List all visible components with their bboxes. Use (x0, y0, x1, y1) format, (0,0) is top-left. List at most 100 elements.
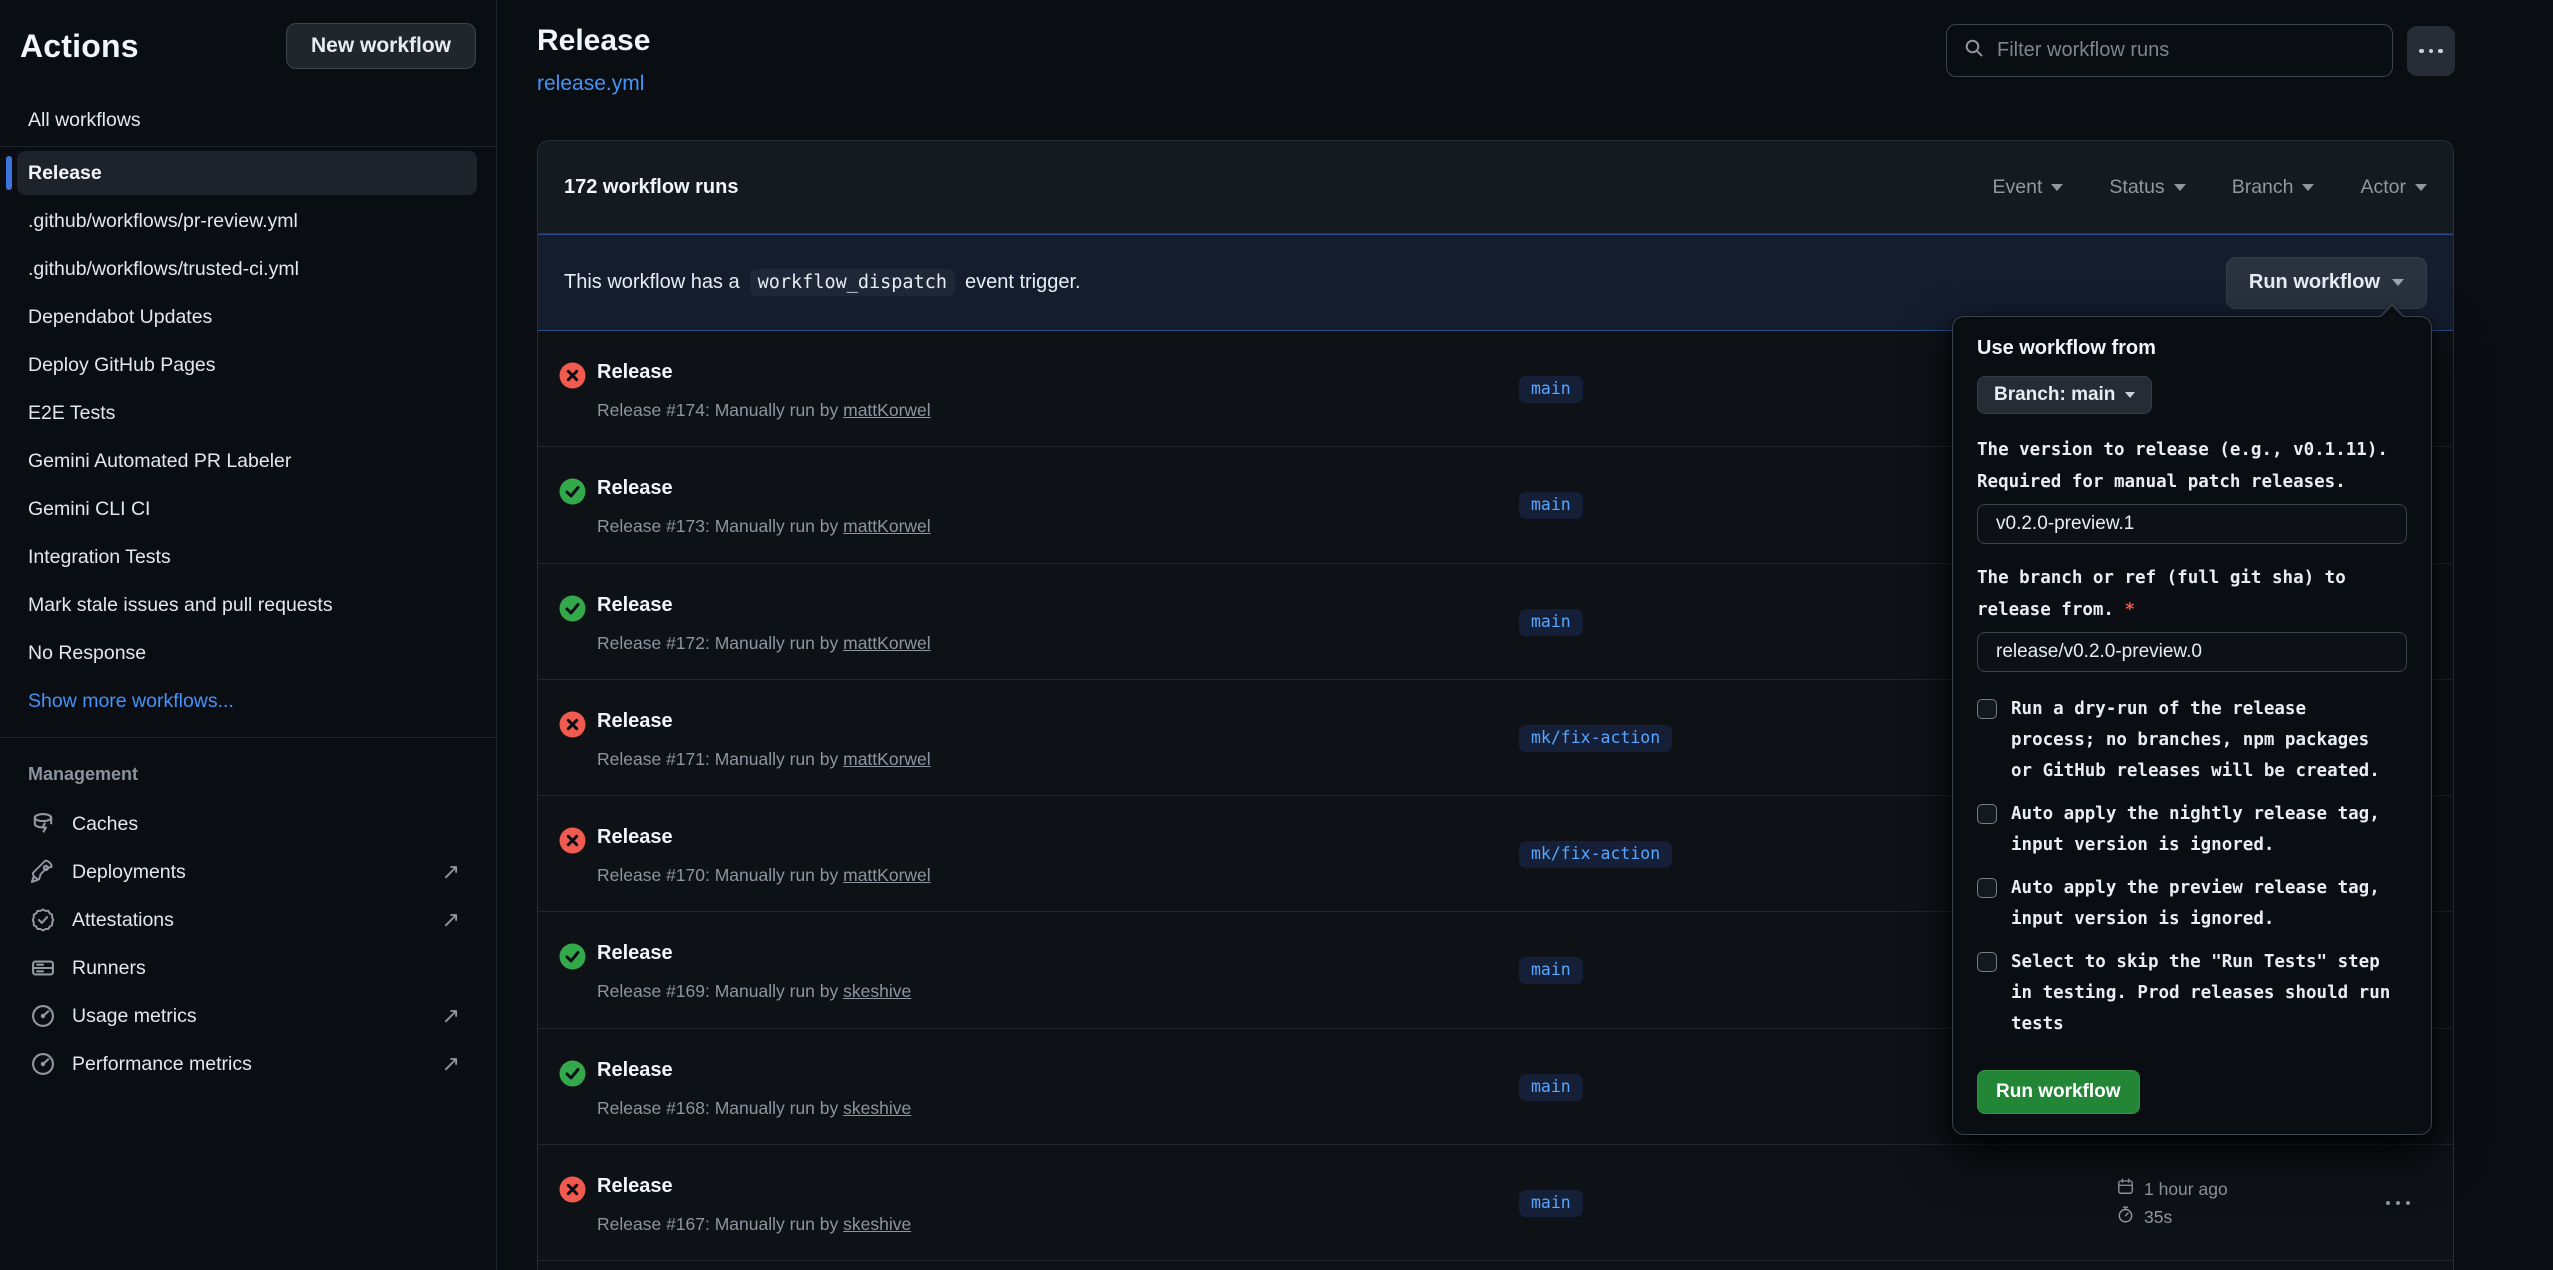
runs-count: 172 workflow runs (564, 176, 739, 199)
sidebar-item-dependabot-updates[interactable]: Dependabot Updates (0, 293, 496, 341)
actor-link[interactable]: mattKorwel (843, 516, 931, 536)
filter-branch-dropdown[interactable]: Branch (2232, 176, 2315, 199)
chevron-down-icon (2415, 184, 2427, 191)
run-kebab-button[interactable] (2386, 1189, 2426, 1217)
show-more-workflows-link[interactable]: Show more workflows... (0, 677, 496, 725)
actor-link[interactable]: skeshive (843, 1098, 911, 1118)
dry-run-checkbox[interactable]: Run a dry-run of the release process; no… (1977, 694, 2407, 787)
filter-workflow-runs-search[interactable] (1946, 24, 2393, 77)
branch-badge[interactable]: mk/fix-action (1519, 841, 1672, 868)
chevron-down-icon (2302, 184, 2314, 191)
sidebar-item-caches[interactable]: Caches (0, 800, 496, 848)
success-icon (559, 1060, 586, 1087)
actor-link[interactable]: mattKorwel (843, 633, 931, 653)
run-title-link[interactable]: Release (597, 361, 673, 384)
branch-badge[interactable]: main (1519, 957, 1583, 984)
ref-input-label: The branch or ref (full git sha) to rele… (1977, 562, 2407, 626)
branch-selector-button[interactable]: Branch: main (1977, 376, 2152, 414)
checkbox-icon (1977, 952, 1997, 972)
filter-actor-dropdown[interactable]: Actor (2360, 176, 2427, 199)
run-workflow-submit-button[interactable]: Run workflow (1977, 1070, 2140, 1114)
actions-sidebar: Actions New workflow All workflows Relea… (0, 0, 497, 1270)
workflow-options-kebab-button[interactable] (2407, 26, 2455, 76)
branch-badge[interactable]: mk/fix-action (1519, 725, 1672, 752)
required-asterisk: * (2125, 600, 2136, 620)
external-link-icon: ↗ (442, 1051, 460, 1077)
chevron-down-icon (2392, 279, 2404, 286)
rocket-icon (28, 857, 58, 887)
actor-link[interactable]: mattKorwel (843, 865, 931, 885)
success-icon (559, 943, 586, 970)
external-link-icon: ↗ (442, 859, 460, 885)
meter-icon (28, 1049, 58, 1079)
run-workflow-dropdown-button[interactable]: Run workflow (2226, 257, 2427, 309)
checkbox-icon (1977, 804, 1997, 824)
runs-list-header: 172 workflow runs Event Status Branch Ac… (538, 141, 2453, 234)
actor-link[interactable]: skeshive (843, 1214, 911, 1234)
sidebar-item-deploy-github-pages[interactable]: Deploy GitHub Pages (0, 341, 496, 389)
success-icon (559, 478, 586, 505)
branch-badge[interactable]: main (1519, 1074, 1583, 1101)
run-workflow-popup: Use workflow from Branch: main The versi… (1952, 316, 2432, 1135)
success-icon (559, 595, 586, 622)
version-input-label: The version to release (e.g., v0.1.11). … (1977, 434, 2407, 498)
failure-icon (559, 1176, 586, 1203)
sidebar-item-e2e-tests[interactable]: E2E Tests (0, 389, 496, 437)
run-title-link[interactable]: Release (597, 1175, 673, 1198)
search-icon (1963, 37, 1985, 64)
sidebar-item-no-response[interactable]: No Response (0, 629, 496, 677)
failure-icon (559, 827, 586, 854)
page-title: Release (537, 24, 650, 58)
cache-icon (28, 809, 58, 839)
sidebar-item-trusted-ci[interactable]: .github/workflows/trusted-ci.yml (0, 245, 496, 293)
branch-badge[interactable]: main (1519, 609, 1583, 636)
run-time: 1 hour ago (2144, 1179, 2228, 1200)
run-title-link[interactable]: Release (597, 1059, 673, 1082)
preview-tag-checkbox[interactable]: Auto apply the preview release tag, inpu… (1977, 873, 2407, 935)
workflow-file-link[interactable]: release.yml (537, 72, 644, 96)
checkbox-icon (1977, 878, 1997, 898)
actor-link[interactable]: skeshive (843, 981, 911, 1001)
meter-icon (28, 1001, 58, 1031)
sidebar-item-deployments[interactable]: Deployments ↗ (0, 848, 496, 896)
chevron-down-icon (2174, 184, 2186, 191)
run-title-link[interactable]: Release (597, 826, 673, 849)
failure-icon (559, 711, 586, 738)
branch-badge[interactable]: main (1519, 376, 1583, 403)
verified-icon (28, 905, 58, 935)
sidebar-item-runners[interactable]: Runners (0, 944, 496, 992)
skip-tests-checkbox[interactable]: Select to skip the "Run Tests" step in t… (1977, 947, 2407, 1040)
external-link-icon: ↗ (442, 1003, 460, 1029)
sidebar-title: Actions (20, 28, 139, 65)
run-title-link[interactable]: Release (597, 594, 673, 617)
actor-link[interactable]: mattKorwel (843, 400, 931, 420)
sidebar-item-mark-stale[interactable]: Mark stale issues and pull requests (0, 581, 496, 629)
external-link-icon: ↗ (442, 907, 460, 933)
new-workflow-button[interactable]: New workflow (286, 23, 476, 69)
branch-badge[interactable]: main (1519, 492, 1583, 519)
sidebar-item-release[interactable]: Release (17, 151, 477, 195)
sidebar-item-pr-review[interactable]: .github/workflows/pr-review.yml (0, 197, 496, 245)
run-title-link[interactable]: Release (597, 477, 673, 500)
version-input[interactable] (1977, 504, 2407, 544)
search-input[interactable] (1997, 39, 2376, 62)
nightly-tag-checkbox[interactable]: Auto apply the nightly release tag, inpu… (1977, 799, 2407, 861)
calendar-icon (2116, 1177, 2135, 1201)
popup-title: Use workflow from (1977, 337, 2407, 360)
branch-badge[interactable]: main (1519, 1190, 1583, 1217)
run-title-link[interactable]: Release (597, 710, 673, 733)
sidebar-item-performance-metrics[interactable]: Performance metrics ↗ (0, 1040, 496, 1088)
filter-event-dropdown[interactable]: Event (1993, 176, 2064, 199)
sidebar-item-integration-tests[interactable]: Integration Tests (0, 533, 496, 581)
sidebar-item-all-workflows[interactable]: All workflows (0, 96, 496, 144)
sidebar-item-attestations[interactable]: Attestations ↗ (0, 896, 496, 944)
ref-input[interactable] (1977, 632, 2407, 672)
sidebar-item-gemini-cli-ci[interactable]: Gemini CLI CI (0, 485, 496, 533)
run-duration: 35s (2144, 1207, 2172, 1228)
sidebar-item-usage-metrics[interactable]: Usage metrics ↗ (0, 992, 496, 1040)
filter-status-dropdown[interactable]: Status (2109, 176, 2185, 199)
checkbox-icon (1977, 699, 1997, 719)
sidebar-item-gemini-pr-labeler[interactable]: Gemini Automated PR Labeler (0, 437, 496, 485)
run-title-link[interactable]: Release (597, 942, 673, 965)
actor-link[interactable]: mattKorwel (843, 749, 931, 769)
